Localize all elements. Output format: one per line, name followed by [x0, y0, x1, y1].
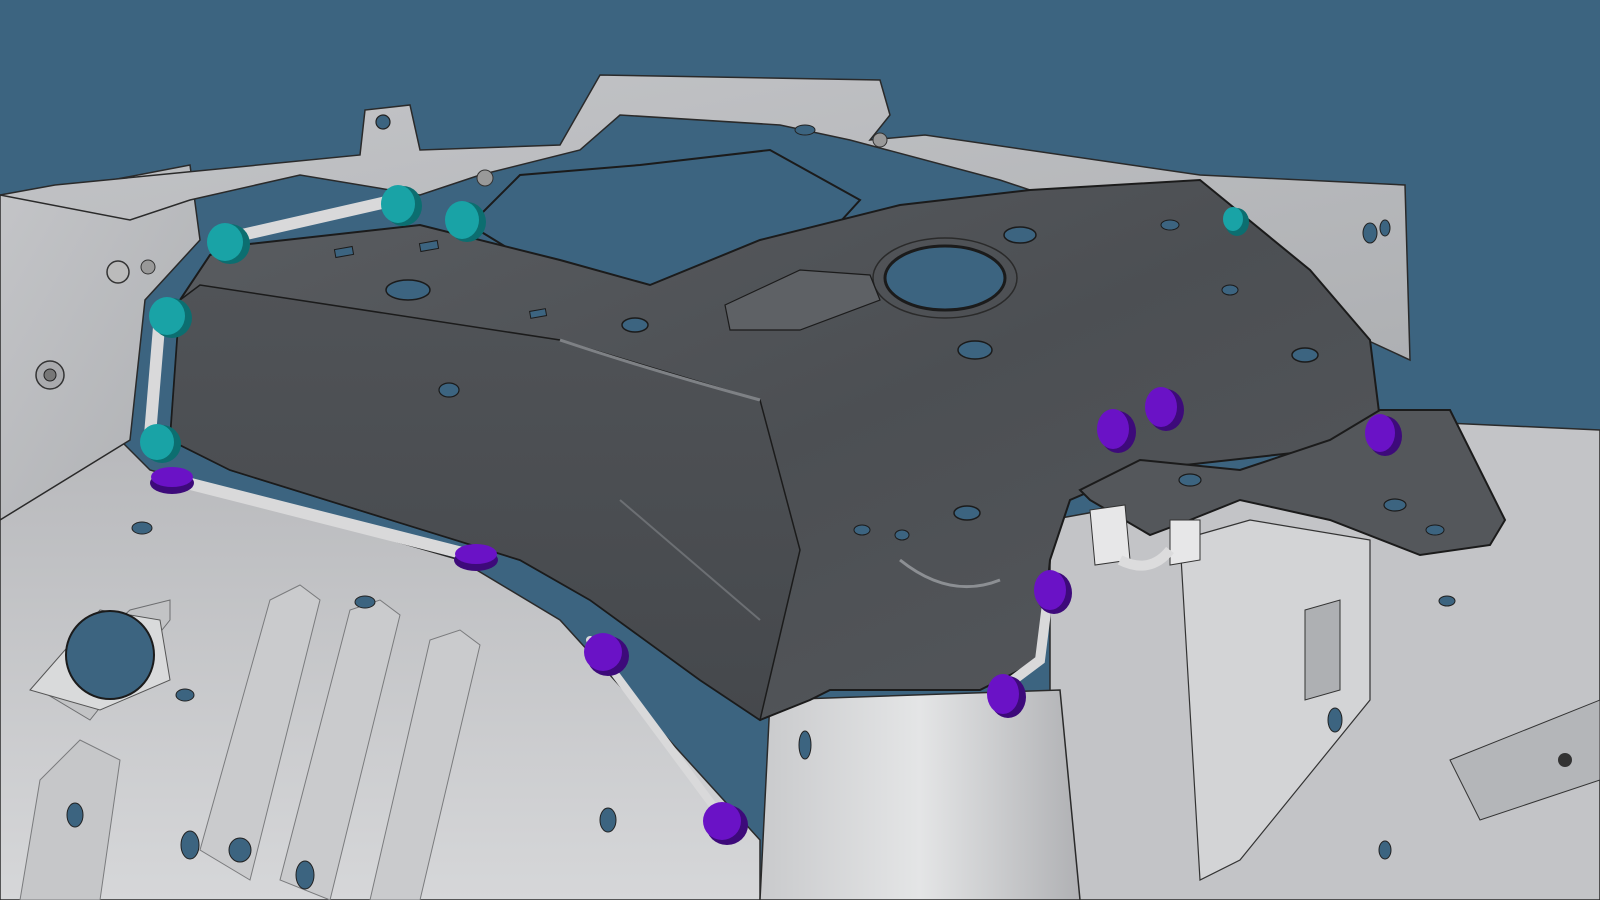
cad-3d-viewport[interactable]	[0, 0, 1600, 900]
weld-point-purple[interactable]	[454, 544, 498, 571]
cad-model-canvas[interactable]	[0, 0, 1600, 900]
wheelhouse-cylinder	[759, 689, 1081, 900]
weld-point-purple[interactable]	[150, 467, 194, 494]
